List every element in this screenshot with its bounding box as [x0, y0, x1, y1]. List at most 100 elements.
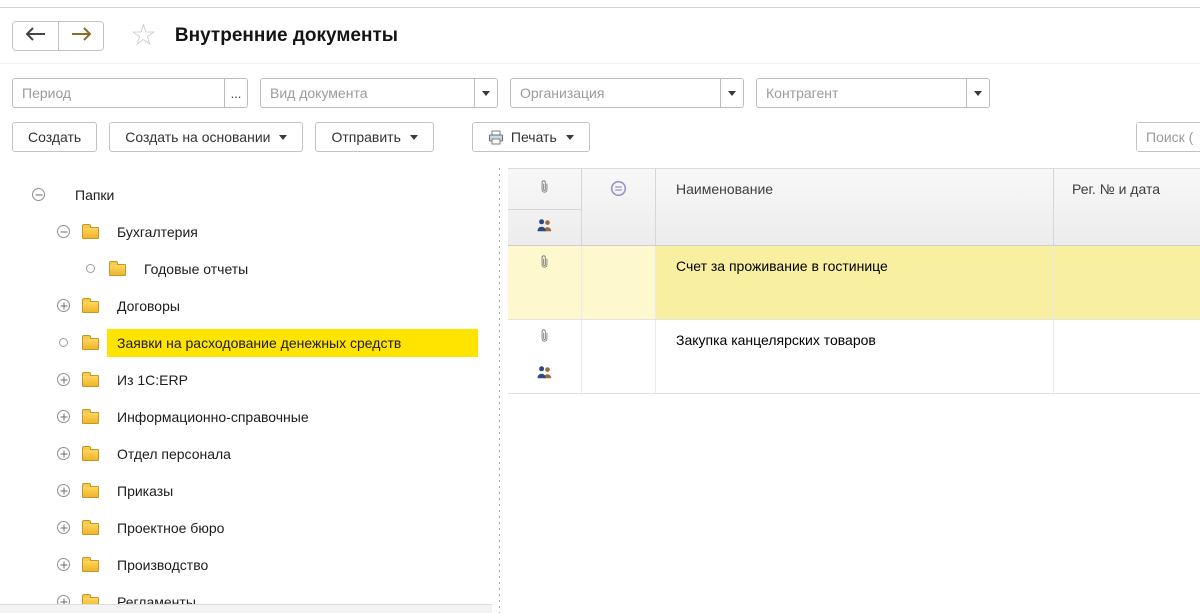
paperclip-icon [538, 327, 551, 349]
counterparty-dropdown-button[interactable] [966, 79, 989, 107]
column-header-name[interactable]: Наименование [656, 169, 1054, 245]
chevron-down-icon [728, 90, 736, 96]
tree-expander-icon[interactable] [57, 447, 70, 460]
folder-icon [82, 556, 99, 572]
tree-expander-icon[interactable] [57, 373, 70, 386]
chevron-down-icon [409, 134, 418, 140]
column-header-attachment[interactable] [508, 169, 581, 210]
tree-item-label: Информационно-справочные [117, 408, 309, 425]
paperclip-icon [538, 253, 551, 275]
row-flags-cell [508, 246, 582, 319]
tree-item-folder[interactable]: Годовые отчеты [0, 250, 492, 287]
tree-expander-icon[interactable] [84, 262, 97, 275]
tree-item-label: Отдел персонала [117, 445, 231, 462]
chevron-down-icon [482, 90, 490, 96]
document-type-filter [260, 78, 498, 108]
folder-icon [82, 297, 99, 313]
table-row[interactable]: Закупка канцелярских товаров [508, 320, 1200, 394]
folder-icon [82, 334, 99, 350]
printer-icon [488, 130, 504, 145]
state-circle-icon [610, 180, 627, 245]
tree-item-folder-selected[interactable]: Заявки на расходование денежных средств [0, 324, 492, 361]
row-flags-cell [508, 320, 582, 393]
tree-expander-icon[interactable] [57, 558, 70, 571]
tree-item-folder[interactable]: Бухгалтерия [0, 213, 492, 250]
tree-item-label: Папки [75, 186, 115, 203]
tree-expander-icon[interactable] [57, 299, 70, 312]
forward-button[interactable] [58, 21, 103, 50]
paperclip-icon [538, 178, 551, 200]
forward-arrow-icon [70, 27, 92, 44]
row-name-cell: Закупка канцелярских товаров [656, 320, 1054, 393]
folder-icon [82, 371, 99, 387]
folder-icon [109, 260, 126, 276]
people-icon [536, 365, 553, 385]
table-row[interactable]: Счет за проживание в гостинице [508, 246, 1200, 320]
tree-item-folder[interactable]: Отдел персонала [0, 435, 492, 472]
counterparty-input[interactable] [757, 79, 966, 107]
period-browse-button[interactable]: ... [224, 79, 247, 107]
people-icon [536, 218, 553, 238]
row-state-cell [582, 320, 656, 393]
chevron-down-icon [974, 90, 982, 96]
print-button[interactable]: Печать [471, 122, 590, 152]
tree-item-folder[interactable]: Производство [0, 546, 492, 583]
page-title: Внутренние документы [174, 24, 398, 46]
column-header-responsible[interactable] [508, 210, 581, 245]
main-area: Папки Бухгалтерия Годовые отчеты Договор… [0, 168, 1200, 613]
folder-icon [82, 408, 99, 424]
document-type-dropdown-button[interactable] [474, 79, 497, 107]
tree-item-folder[interactable]: Приказы [0, 472, 492, 509]
tree-expander-icon[interactable] [57, 336, 70, 349]
document-name: Закупка канцелярских товаров [676, 332, 876, 348]
tree-item-label: Заявки на расходование денежных средств [107, 328, 478, 357]
column-header-state[interactable] [582, 169, 656, 245]
row-state-cell [582, 246, 656, 319]
folder-icon [82, 223, 99, 239]
command-toolbar: Создать Создать на основании Отправить П… [12, 122, 1200, 152]
folder-icon [82, 482, 99, 498]
tree-item-folder[interactable]: Договоры [0, 287, 492, 324]
tree-item-folder[interactable]: Из 1С:ERP [0, 361, 492, 398]
tree-horizontal-scrollbar[interactable] [0, 604, 492, 613]
tree-item-folder[interactable]: Проектное бюро [0, 509, 492, 546]
create-based-on-label: Создать на основании [125, 129, 271, 145]
filter-row: ... [12, 78, 990, 108]
period-input[interactable] [13, 79, 224, 107]
search-input[interactable] [1137, 123, 1200, 151]
panel-splitter[interactable] [492, 168, 508, 613]
column-header-flags [508, 169, 582, 245]
tree-expander-icon[interactable] [57, 484, 70, 497]
tree-root-folders[interactable]: Папки [0, 176, 492, 213]
documents-table: Наименование Рег. № и дата Счет за прожи… [508, 168, 1200, 613]
tree-expander-icon[interactable] [57, 225, 70, 238]
table-header: Наименование Рег. № и дата [508, 168, 1200, 246]
folder-icon [82, 445, 99, 461]
tree-item-label: Приказы [117, 482, 174, 499]
send-label: Отправить [331, 129, 401, 145]
back-arrow-icon [25, 27, 47, 44]
history-nav-group [12, 20, 104, 51]
tree-expander-icon[interactable] [57, 410, 70, 423]
folder-icon [82, 519, 99, 535]
back-button[interactable] [13, 21, 58, 50]
counterparty-filter [756, 78, 990, 108]
favorites-star-icon[interactable]: ☆ [130, 20, 157, 51]
tree-expander-icon[interactable] [57, 521, 70, 534]
send-button[interactable]: Отправить [315, 122, 434, 152]
tree-item-label: Проектное бюро [117, 519, 225, 536]
tree-item-label: Годовые отчеты [144, 260, 249, 277]
organization-dropdown-button[interactable] [720, 79, 743, 107]
print-label: Печать [510, 129, 557, 145]
column-header-reg[interactable]: Рег. № и дата [1054, 169, 1200, 245]
column-header-reg-label: Рег. № и дата [1072, 181, 1160, 197]
organization-input[interactable] [511, 79, 720, 107]
tree-expander-icon[interactable] [32, 188, 45, 201]
create-button[interactable]: Создать [12, 122, 98, 152]
row-reg-cell [1054, 320, 1200, 393]
tree-item-folder[interactable]: Информационно-справочные [0, 398, 492, 435]
document-type-input[interactable] [261, 79, 474, 107]
tree-item-label: Из 1С:ERP [117, 371, 188, 388]
column-header-name-label: Наименование [676, 181, 774, 197]
create-based-on-button[interactable]: Создать на основании [109, 122, 304, 152]
